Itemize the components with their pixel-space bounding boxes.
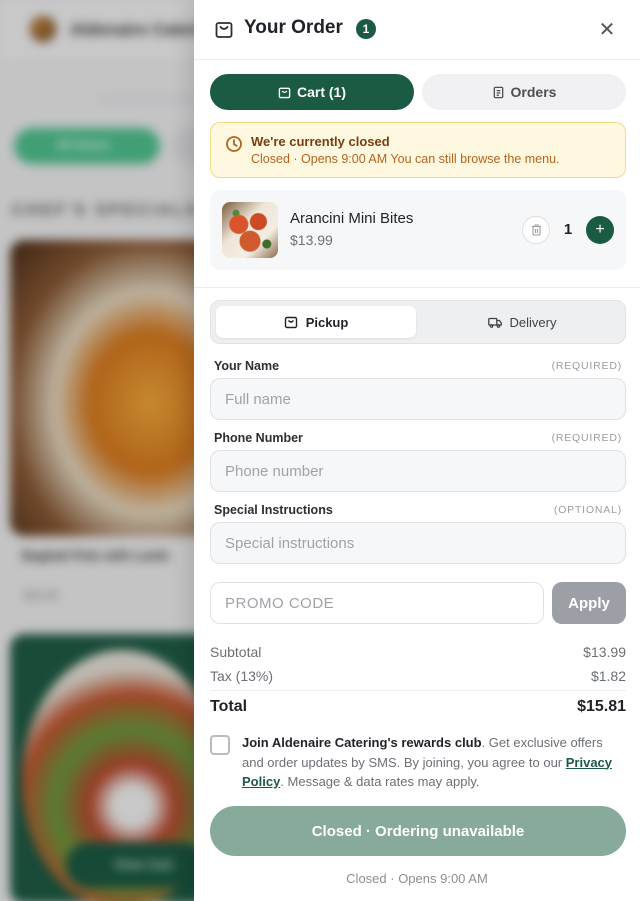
tax-label: Tax (13%) xyxy=(210,668,274,684)
item-price: $13.99 xyxy=(290,232,333,248)
shopping-bag-icon xyxy=(278,87,291,98)
instructions-input[interactable] xyxy=(210,522,626,564)
tab-cart-label: Cart (1) xyxy=(296,84,346,100)
subtotal-label: Subtotal xyxy=(210,644,262,660)
increase-quantity-button[interactable]: + xyxy=(586,216,614,244)
subtotal-value: $13.99 xyxy=(583,644,626,660)
instructions-field-optional: (OPTIONAL) xyxy=(553,504,622,516)
clock-icon xyxy=(226,136,242,152)
closed-notice: We're currently closed Closed · Opens 9:… xyxy=(210,122,626,178)
drawer-title: Your Order xyxy=(244,17,343,38)
apply-promo-button[interactable]: Apply xyxy=(552,582,626,624)
receipt-icon xyxy=(493,86,503,98)
tax-value: $1.82 xyxy=(590,668,626,684)
phone-input[interactable] xyxy=(210,450,626,492)
truck-icon xyxy=(487,317,502,328)
trash-icon xyxy=(531,224,541,236)
divider xyxy=(194,287,640,288)
cart-item: Arancini Mini Bites $13.99 1 + xyxy=(210,190,626,270)
place-order-button[interactable]: Closed · Ordering unavailable xyxy=(210,806,626,856)
name-input[interactable] xyxy=(210,378,626,420)
close-icon[interactable]: ✕ xyxy=(596,19,618,41)
item-quantity: 1 xyxy=(563,221,573,238)
divider xyxy=(210,690,626,691)
remove-item-button[interactable] xyxy=(522,216,550,244)
closed-notice-title: We're currently closed xyxy=(251,134,390,149)
item-name: Arancini Mini Bites xyxy=(290,210,414,227)
phone-field-label: Phone Number xyxy=(214,431,303,445)
instructions-field-label: Special Instructions xyxy=(214,503,333,517)
tab-orders-label: Orders xyxy=(510,84,557,100)
pickup-label: Pickup xyxy=(305,314,349,330)
cart-count-badge: 1 xyxy=(356,19,376,39)
phone-field-required: (REQUIRED) xyxy=(551,432,622,444)
total-value: $15.81 xyxy=(577,698,626,715)
item-thumbnail xyxy=(222,202,278,258)
drawer-header: Your Order 1 ✕ xyxy=(194,0,640,60)
delivery-option[interactable]: Delivery xyxy=(422,306,622,338)
pickup-option[interactable]: Pickup xyxy=(216,306,416,338)
delivery-label: Delivery xyxy=(509,314,557,330)
rewards-title: Join Aldenaire Catering's rewards club xyxy=(242,735,482,750)
rewards-text: Join Aldenaire Catering's rewards club. … xyxy=(242,735,613,789)
closed-notice-message: Closed · Opens 9:00 AM You can still bro… xyxy=(251,152,560,166)
shopping-bag-icon xyxy=(284,316,297,328)
name-field-label: Your Name xyxy=(214,359,280,373)
total-label: Total xyxy=(210,698,248,715)
rewards-checkbox[interactable] xyxy=(210,735,230,755)
tab-orders[interactable]: Orders xyxy=(422,74,626,110)
order-drawer: Your Order 1 ✕ Cart (1) Orders We're cur… xyxy=(194,0,640,901)
fulfillment-toggle: Pickup Delivery xyxy=(210,300,626,344)
tab-cart[interactable]: Cart (1) xyxy=(210,74,414,110)
shopping-bag-icon xyxy=(215,22,233,38)
promo-code-input[interactable] xyxy=(210,582,544,624)
name-field-required: (REQUIRED) xyxy=(551,360,622,372)
opening-time-note: Closed · Opens 9:00 AM xyxy=(346,871,488,886)
order-tabs: Cart (1) Orders xyxy=(210,74,626,110)
